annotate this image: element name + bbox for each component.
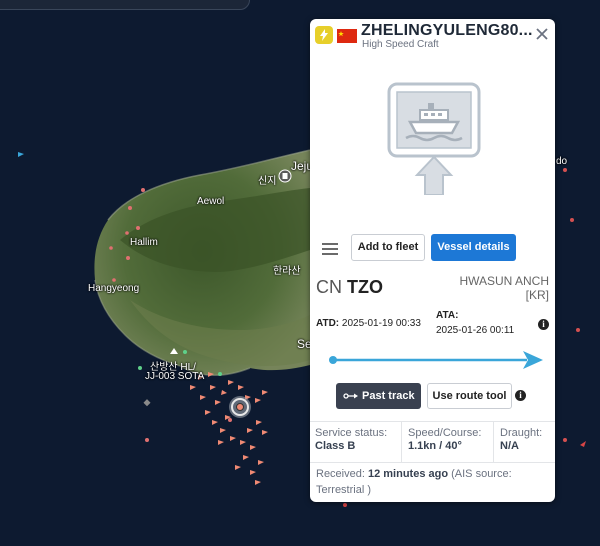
draught-label: Draught: [500,427,543,439]
map-label-do: do [556,156,568,167]
selected-vessel-marker [229,396,251,418]
ais-source: Terrestrial ) [316,484,372,496]
status-grid: Service status: Class B Speed/Course: 1.… [310,421,555,463]
map-label-heliport-2: JJ-003 SOTA [145,371,205,382]
add-to-fleet-button[interactable]: Add to fleet [351,234,425,261]
vessel-name: ZHELINGYULENG80... [361,22,533,39]
service-status-value: Class B [315,440,356,452]
vessel-type: High Speed Craft [362,39,439,50]
close-icon[interactable] [535,27,549,41]
destination: HWASUN ANCH [KR] [459,274,549,302]
hamburger-icon[interactable] [322,242,338,255]
vessel-details-button[interactable]: Vessel details [431,234,516,261]
map-label-hangyeong: Hangyeong [88,283,140,294]
map-search-bar[interactable] [0,0,250,10]
map-label-sinji: 신지 [258,176,277,187]
ata-value: 2025-01-26 00:11 [436,325,515,336]
speed-course: Speed/Course: 1.1kn / 40° [402,422,494,462]
track-icon [343,393,358,399]
received-info: Received: 12 minutes ago (AIS source: Te… [316,466,546,498]
draught: Draught: N/A [494,422,555,462]
draught-value: N/A [500,440,519,452]
speed-course-label: Speed/Course: [408,427,482,439]
info-icon[interactable]: i [538,319,549,330]
service-status-label: Service status: [315,427,388,439]
origin-country: CN [316,277,342,297]
past-track-button[interactable]: Past track [336,383,421,409]
destination-country: [KR] [525,288,549,302]
ais-source-prefix: (AIS source: [451,468,512,480]
lightning-icon [315,26,333,44]
service-status: Service status: Class B [310,422,402,462]
atd-value: 2025-01-19 00:33 [341,318,421,329]
vessel-placeholder-icon [387,82,481,195]
map-label-aewol: Aewol [197,196,225,207]
info-icon[interactable]: i [515,390,526,401]
received-label: Received: [316,468,365,480]
route-progress [329,351,543,369]
atd-label: ATD: [316,318,340,329]
use-route-tool-button[interactable]: Use route tool [427,383,512,409]
origin: CN TZO [316,277,383,298]
origin-port: TZO [347,277,384,297]
atd: ATD: 2025-01-19 00:33 [316,318,421,329]
vessel-info-panel: ZHELINGYULENG80... High Speed Craft Add … [310,19,555,502]
ata-label: ATA: [436,310,459,321]
map-label-hallim: Hallim [130,237,158,248]
speed-course-value: 1.1kn / 40° [408,440,462,452]
past-track-label: Past track [362,390,415,402]
china-flag-icon [337,29,357,43]
map-label-hallasan: 한라산 [273,266,301,277]
received-age: 12 minutes ago [367,468,449,480]
destination-port: HWASUN ANCH [459,274,549,288]
